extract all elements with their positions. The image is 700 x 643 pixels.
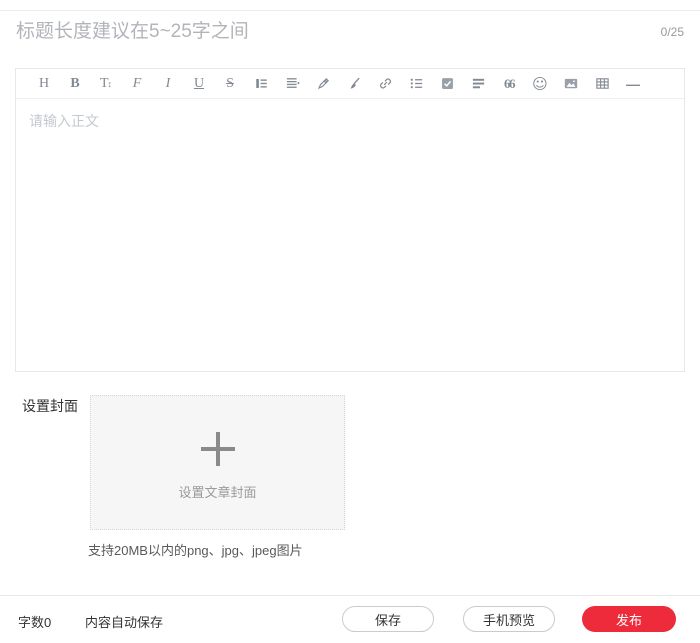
editor-toolbar: H B T ↕ F I U S 66 ☺ — [16,69,684,99]
title-char-counter: 0/25 [660,25,684,39]
horizontal-rule-icon[interactable]: — [624,75,642,93]
font-size-icon[interactable]: T ↕ [97,75,115,93]
editor-body[interactable]: 请输入正文 [16,99,684,371]
word-count-value: 0 [44,615,52,630]
publish-button[interactable]: 发布 [582,606,676,632]
top-divider [0,10,700,11]
mobile-preview-button[interactable]: 手机预览 [463,606,555,632]
cover-format-hint: 支持20MB以内的png、jpg、jpeg图片 [88,543,303,558]
table-icon[interactable] [593,75,611,93]
cover-upload-text: 设置文章封面 [178,485,257,500]
task-list-icon[interactable] [438,75,456,93]
title-input[interactable]: 标题长度建议在5~25字之间 [16,18,576,46]
bold-icon[interactable]: B [66,75,84,93]
italic-icon[interactable]: I [159,75,177,93]
pen-icon[interactable] [314,75,332,93]
unordered-list-icon[interactable] [407,75,425,93]
underline-icon[interactable]: U [190,75,208,93]
cover-section-label: 设置封面 [22,398,78,414]
word-count: 字数0 [18,612,51,631]
align-icon[interactable] [469,75,487,93]
link-icon[interactable] [376,75,394,93]
autosave-status: 内容自动保存 [85,615,164,630]
strikethrough-icon[interactable]: S [221,75,239,93]
emoji-icon[interactable]: ☺ [531,75,549,93]
brush-icon[interactable] [345,75,363,93]
image-icon[interactable] [562,75,580,93]
indent-icon[interactable] [252,75,270,93]
rich-text-editor: H B T ↕ F I U S 66 ☺ — 请输入正文 [15,68,685,372]
font-family-icon[interactable]: F [128,75,146,93]
save-button[interactable]: 保存 [342,606,434,632]
cover-upload-box[interactable]: 设置文章封面 [90,395,345,530]
line-height-icon[interactable] [283,75,301,93]
word-count-label: 字数 [18,615,45,630]
quote-icon[interactable]: 66 [500,75,518,93]
heading-icon[interactable]: H [35,75,53,93]
plus-icon [200,432,235,466]
article-editor-page: 标题长度建议在5~25字之间 0/25 H B T ↕ F I U S 66 ☺ — 请输入正文 设… [0,0,700,643]
footer-divider [0,595,700,596]
editor-body-placeholder: 请输入正文 [29,113,99,129]
font-size-icon-suffix: ↕ [107,78,113,89]
